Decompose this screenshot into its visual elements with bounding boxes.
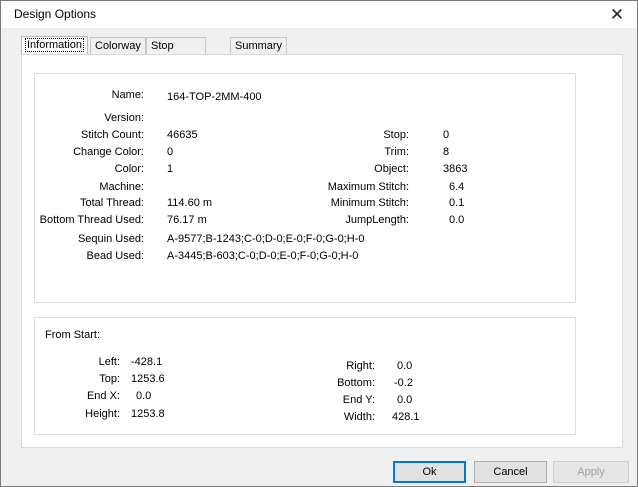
sequin-used-value: A-9577;B-1243;C-0;D-0;E-0;F-0;G-0;H-0 — [167, 233, 365, 245]
stitch-count-value: 46635 — [167, 129, 198, 141]
tab-colorway[interactable]: Colorway — [90, 37, 146, 55]
end-x-value: 0.0 — [136, 390, 152, 402]
stop-value: 0 — [443, 129, 450, 141]
stop-label: Stop: — [383, 129, 409, 141]
height-label: Height: — [85, 408, 120, 420]
information-panel: Name: 164-TOP-2MM-400 Version: Stitch Co… — [21, 54, 623, 448]
height-value: 1253.8 — [131, 408, 165, 420]
apply-button[interactable]: Apply — [553, 461, 629, 483]
jump-length-label: JumpLength: — [345, 214, 409, 226]
jump-length-value: 0.0 — [449, 214, 465, 226]
ok-button[interactable]: Ok — [393, 461, 466, 483]
tab-summary[interactable]: Summary — [230, 37, 288, 55]
stitch-count-label: Stitch Count: — [81, 129, 144, 141]
bead-used-label: Bead Used: — [86, 250, 144, 262]
object-label: Object: — [374, 163, 409, 175]
top-value: 1253.6 — [131, 373, 165, 385]
min-stitch-value: 0.1 — [449, 197, 465, 209]
tab-information[interactable]: Information — [21, 36, 89, 56]
object-value: 3863 — [443, 163, 468, 175]
end-y-value: 0.0 — [397, 394, 413, 406]
tab-information-label: Information — [24, 38, 85, 52]
left-label: Left: — [98, 356, 120, 368]
bottom-thread-label: Bottom Thread Used: — [39, 214, 144, 226]
name-value: 164-TOP-2MM-400 — [167, 91, 262, 103]
width-value: 428.1 — [392, 411, 420, 423]
right-label: Right: — [346, 360, 375, 372]
close-icon[interactable]: ✕ — [597, 1, 637, 28]
version-label: Version: — [104, 112, 144, 124]
min-stitch-label: Minimum Stitch: — [330, 197, 409, 209]
title-bar: Design Options ✕ — [1, 1, 637, 28]
top-label: Top: — [99, 373, 120, 385]
sequin-used-label: Sequin Used: — [77, 233, 144, 245]
total-thread-value: 114.60 m — [167, 197, 213, 209]
max-stitch-value: 6.4 — [449, 181, 465, 193]
end-x-label: End X: — [86, 390, 120, 402]
trim-value: 8 — [443, 146, 450, 158]
bottom-value: -0.2 — [394, 377, 413, 389]
cancel-button[interactable]: Cancel — [474, 461, 547, 483]
right-value: 0.0 — [397, 360, 413, 372]
total-thread-label: Total Thread: — [79, 197, 144, 209]
window-title: Design Options — [14, 7, 97, 21]
machine-label: Machine: — [99, 181, 144, 193]
end-y-label: End Y: — [342, 394, 375, 406]
trim-label: Trim: — [384, 146, 409, 158]
from-start-heading: From Start: — [45, 329, 101, 341]
design-options-dialog: Design Options ✕ Information Colorway St… — [0, 0, 638, 487]
tab-stop-sequence[interactable]: Stop Sequence — [146, 37, 206, 68]
color-label: Color: — [114, 163, 144, 175]
change-color-label: Change Color: — [73, 146, 144, 158]
max-stitch-label: Maximum Stitch: — [327, 181, 409, 193]
name-label: Name: — [111, 89, 144, 101]
left-value: -428.1 — [131, 356, 163, 368]
bottom-thread-value: 76.17 m — [167, 214, 207, 226]
from-start-group: From Start: Left: -428.1 Top: 1253.6 End… — [34, 317, 576, 435]
design-info-group: Name: 164-TOP-2MM-400 Version: Stitch Co… — [34, 73, 576, 303]
bead-used-value: A-3445;B-603;C-0;D-0;E-0;F-0;G-0;H-0 — [167, 250, 359, 262]
bottom-label: Bottom: — [337, 377, 375, 389]
change-color-value: 0 — [167, 146, 174, 158]
width-label: Width: — [343, 411, 375, 423]
color-value: 1 — [167, 163, 174, 175]
